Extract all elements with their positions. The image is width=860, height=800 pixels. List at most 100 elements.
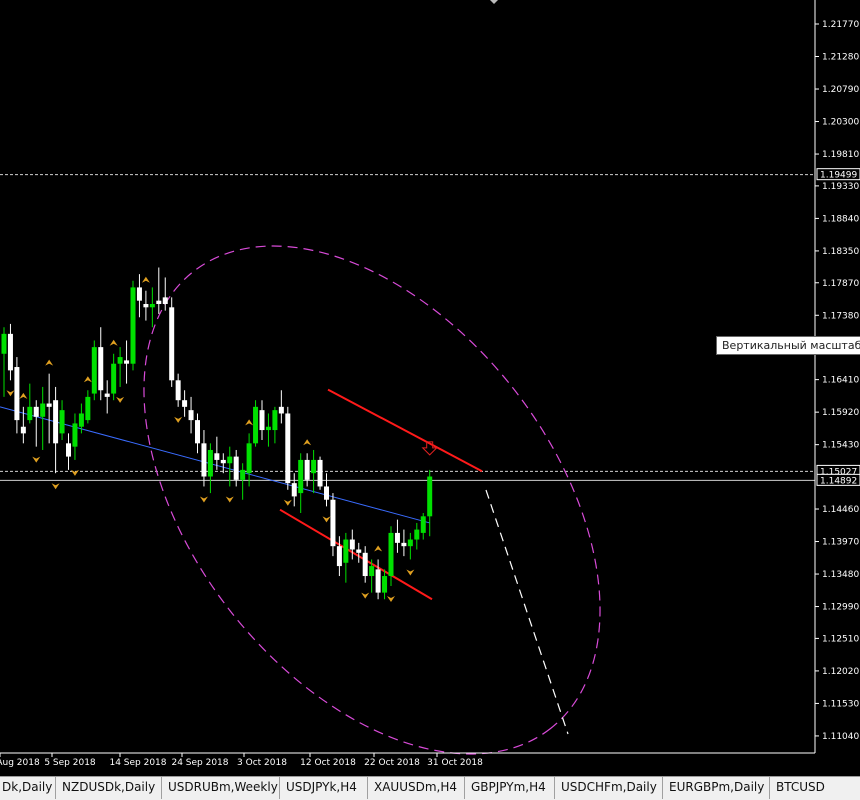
- candle-body-10: [66, 443, 71, 457]
- candle-body-23: [149, 303, 155, 308]
- tab-chart-4[interactable]: USDJPYk,H4: [280, 777, 368, 799]
- tab-chart-2[interactable]: NZDUSDk,Daily: [56, 777, 162, 799]
- tab-chart-3[interactable]: USDRUBm,Weekly: [162, 777, 280, 799]
- candle-body-25: [162, 297, 168, 304]
- tab-chart-8[interactable]: EURGBPm,Daily: [663, 777, 770, 799]
- candle-body-27: [175, 380, 181, 401]
- candle-body-34: [220, 459, 226, 464]
- candles: [1, 267, 433, 600]
- candle-body-56: [362, 552, 368, 577]
- down-fractal-5: [174, 416, 183, 423]
- down-fractal-8: [283, 499, 292, 506]
- up-fractal-4: [141, 276, 150, 283]
- price-tick-label-15: 1.13480: [822, 570, 859, 580]
- candle-body-35: [227, 456, 233, 464]
- candle-body-60: [388, 532, 394, 577]
- candle-body-62: [401, 542, 407, 547]
- candle-body-55: [356, 549, 362, 553]
- down-fractal-11: [387, 595, 395, 602]
- candle-body-47: [304, 459, 310, 480]
- down-fractal-3: [70, 469, 79, 476]
- time-tick-label-1: 5 Sep 2018: [44, 758, 96, 768]
- up-fractal-5: [245, 419, 254, 426]
- candle-body-57: [369, 566, 375, 577]
- overlay-lines: [0, 174, 815, 755]
- time-tick-label-4: 3 Oct 2018: [237, 758, 287, 768]
- chart-shift-marker: [490, 0, 498, 4]
- candle-body-41: [265, 426, 271, 431]
- candle-body-13: [85, 396, 91, 421]
- candle-body-44: [285, 413, 291, 484]
- candle-body-26: [169, 307, 175, 381]
- up-fractal-1: [45, 359, 54, 366]
- fractal-markers: [6, 276, 438, 602]
- price-tick-label-12: 1.15430: [822, 441, 859, 451]
- price-tick-label-7: 1.18350: [822, 247, 859, 257]
- candle-body-51: [330, 499, 336, 547]
- price-tick-label-9: 1.17380: [822, 311, 859, 321]
- vertical-scale-tooltip: Вертикальный масштаб: [716, 336, 860, 355]
- up-fractal-6: [303, 439, 312, 446]
- candle-body-39: [253, 406, 259, 444]
- price-tick-label-13: 1.14460: [822, 505, 859, 515]
- candle-body-53: [343, 539, 349, 563]
- down-fractal-9: [322, 516, 331, 523]
- price-tick-label-4: 1.19810: [822, 150, 859, 160]
- price-tick-label-5: 1.19330: [822, 182, 859, 192]
- candle-body-11: [72, 423, 78, 447]
- candle-body-20: [130, 287, 136, 364]
- tab-chart-6[interactable]: GBPJPYm,H4: [465, 777, 555, 799]
- candle-body-58: [375, 569, 381, 593]
- candle-body-0: [1, 333, 7, 354]
- candle-body-15: [98, 347, 104, 391]
- price-tick-label-16: 1.12990: [822, 603, 859, 613]
- candle-body-4: [27, 406, 33, 421]
- price-tick-label-1: 1.21280: [822, 53, 859, 63]
- up-fractal-3: [109, 339, 118, 346]
- lower-channel-line: [279, 508, 433, 601]
- tab-chart-9[interactable]: BTCUSD: [770, 777, 860, 799]
- price-tick-label-8: 1.17870: [822, 279, 859, 289]
- candle-body-16: [104, 393, 110, 397]
- price-tick-label-17: 1.12510: [822, 634, 859, 644]
- price-tick-label-20: 1.11040: [822, 732, 859, 742]
- price-tick-label-6: 1.18840: [822, 214, 859, 224]
- candle-body-28: [182, 400, 188, 407]
- candle-body-38: [246, 443, 252, 474]
- chart-tab-bar: Dk,Daily NZDUSDk,Daily USDRUBm,Weekly US…: [0, 776, 860, 800]
- time-tick-label-2: 14 Sep 2018: [109, 758, 166, 768]
- tab-chart-7[interactable]: USDCHFm,Daily: [555, 777, 663, 799]
- price-chart[interactable]: 1.21770 1.21280 1.20790 1.20300 1.19810 1.193…: [0, 0, 860, 776]
- price-tick-label-10: 1.16410: [822, 376, 859, 386]
- chart-window[interactable]: 1.21770 1.21280 1.20790 1.20300 1.19810 1.193…: [0, 0, 860, 776]
- candle-body-65: [420, 516, 426, 533]
- candle-body-40: [259, 410, 265, 431]
- up-fractal-0: [19, 392, 28, 399]
- candle-body-1: [7, 333, 13, 371]
- candle-body-33: [214, 453, 220, 460]
- candle-body-45: [291, 483, 297, 497]
- candle-body-59: [382, 576, 388, 593]
- candle-body-46: [298, 459, 304, 494]
- projection-line: [485, 489, 569, 735]
- down-fractal-12: [406, 569, 415, 576]
- price-tick-label-3: 1.20300: [822, 118, 859, 128]
- candle-body-7: [46, 403, 52, 407]
- price-tick-label-14: 1.13970: [822, 538, 859, 548]
- candle-body-8: [53, 400, 59, 444]
- candle-body-14: [91, 347, 97, 394]
- candle-body-52: [336, 546, 342, 567]
- candle-body-3: [20, 426, 26, 434]
- down-fractal-1: [32, 456, 41, 463]
- time-tick-label-7: 31 Oct 2018: [427, 758, 483, 768]
- candle-body-17: [111, 363, 117, 394]
- candle-body-32: [207, 449, 213, 477]
- tab-chart-1[interactable]: Dk,Daily: [0, 777, 56, 799]
- ellipse-channel: [143, 245, 601, 755]
- candle-body-19: [124, 360, 130, 364]
- price-label-0: 1.19499: [820, 171, 857, 181]
- price-tick-label-11: 1.15920: [822, 408, 859, 418]
- tab-chart-5[interactable]: XAUUSDm,H4: [368, 777, 465, 799]
- candle-body-66: [427, 476, 433, 517]
- candle-body-36: [233, 456, 239, 480]
